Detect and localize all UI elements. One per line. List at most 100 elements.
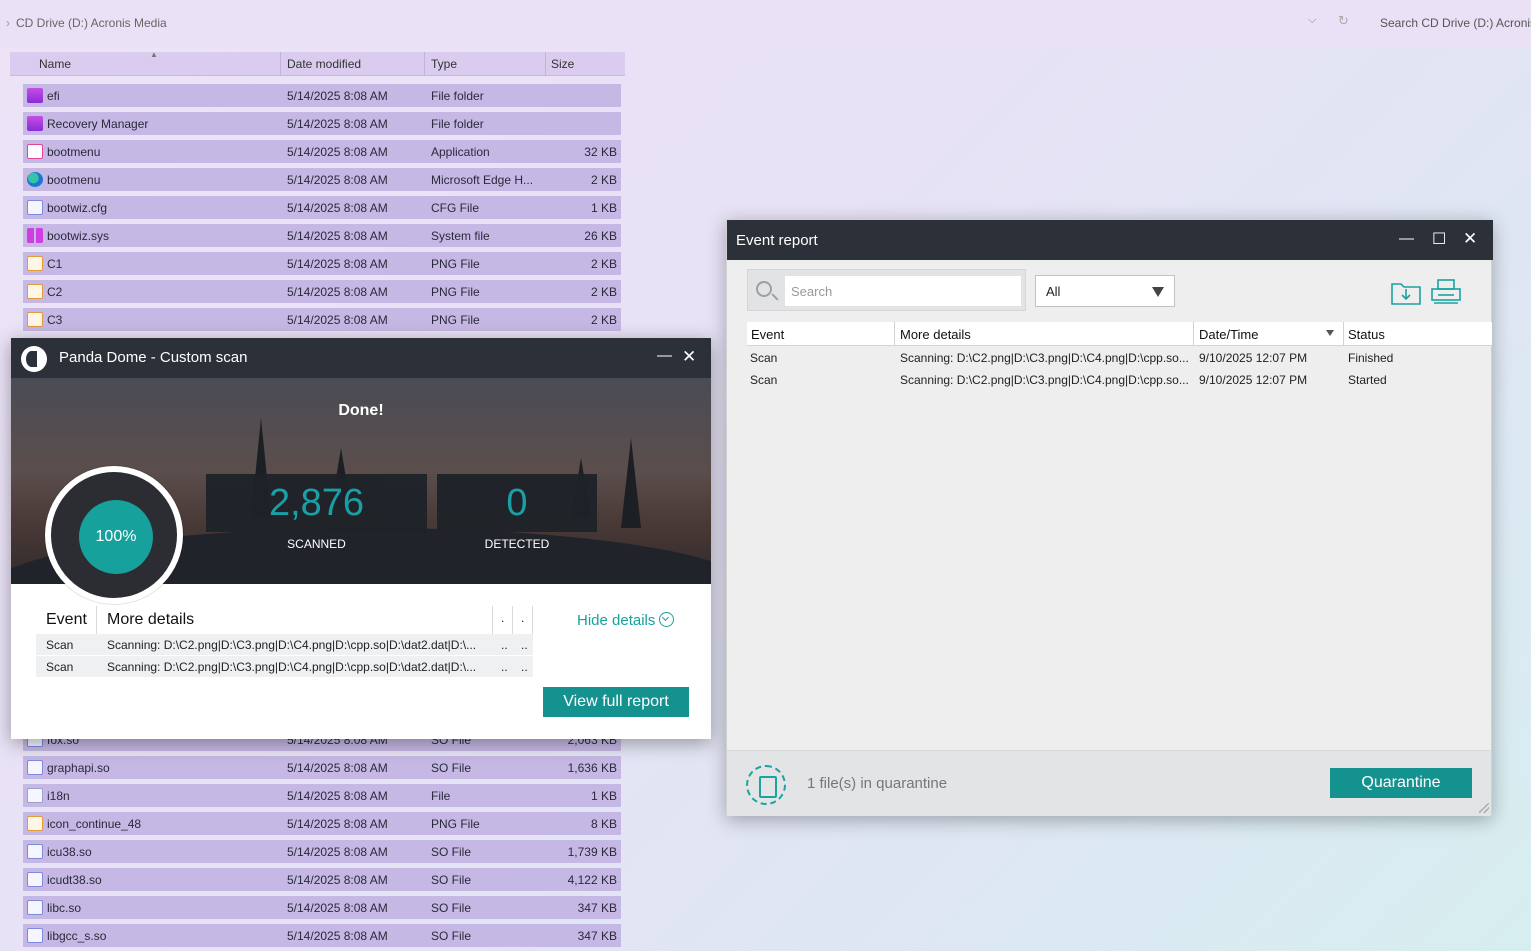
header-col3[interactable]: . bbox=[501, 611, 504, 625]
file-type: SO File bbox=[431, 761, 472, 775]
print-icon[interactable] bbox=[1430, 278, 1462, 309]
table-row[interactable]: Scan Scanning: D:\C2.png|D:\C3.png|D:\C4… bbox=[747, 346, 1492, 368]
event-report-window: Event report — ☐ ✕ All Event More detail… bbox=[726, 219, 1493, 816]
file-name: graphapi.so bbox=[47, 761, 110, 775]
column-divider[interactable] bbox=[894, 322, 895, 346]
file-name: icon_continue_48 bbox=[47, 817, 142, 831]
file-row[interactable]: i18n 5/14/2025 8:08 AM File 1 KB bbox=[23, 784, 621, 807]
quarantine-button[interactable]: Quarantine bbox=[1330, 768, 1472, 798]
file-name: C2 bbox=[47, 285, 63, 299]
file-size: 2 KB bbox=[590, 173, 617, 187]
header-status[interactable]: Status bbox=[1348, 327, 1385, 342]
maximize-icon[interactable]: ☐ bbox=[1432, 229, 1446, 249]
file-name: bootmenu bbox=[47, 145, 101, 159]
file-date: 5/14/2025 8:08 AM bbox=[287, 89, 388, 103]
sort-down-icon bbox=[1326, 330, 1334, 336]
file-row[interactable]: icu38.so 5/14/2025 8:08 AM SO File 1,739 KB bbox=[23, 840, 621, 863]
file-row[interactable]: libgcc_s.so 5/14/2025 8:08 AM SO File 347 K… bbox=[23, 924, 621, 947]
file-row[interactable]: bootwiz.sys 5/14/2025 8:08 AM System file 2… bbox=[23, 224, 621, 247]
header-datetime[interactable]: Date/Time bbox=[1199, 327, 1258, 342]
file-name: libgcc_s.so bbox=[47, 929, 107, 943]
document-icon bbox=[27, 900, 43, 915]
panda-logo-icon bbox=[21, 346, 47, 372]
table-row[interactable]: Scan Scanning: D:\C2.png|D:\C3.png|D:\C4… bbox=[747, 368, 1492, 390]
image-icon bbox=[27, 256, 43, 271]
close-icon[interactable]: ✕ bbox=[682, 347, 696, 367]
close-icon[interactable]: ✕ bbox=[1463, 229, 1477, 249]
report-table-header: Event More details Date/Time Status bbox=[747, 322, 1492, 346]
file-date: 5/14/2025 8:08 AM bbox=[287, 761, 388, 775]
file-date: 5/14/2025 8:08 AM bbox=[287, 929, 388, 943]
header-more-details[interactable]: More details bbox=[107, 611, 194, 629]
resize-grip-icon[interactable] bbox=[1479, 803, 1489, 813]
file-size: 26 KB bbox=[584, 229, 617, 243]
file-date: 5/14/2025 8:08 AM bbox=[287, 229, 388, 243]
column-divider[interactable] bbox=[280, 52, 281, 76]
scanned-label: SCANNED bbox=[287, 537, 346, 551]
column-size[interactable]: Size bbox=[551, 57, 574, 71]
quarantine-icon bbox=[746, 765, 786, 805]
document-icon bbox=[27, 200, 43, 215]
column-name[interactable]: Name bbox=[39, 57, 71, 71]
report-filter-select[interactable]: All bbox=[1035, 275, 1175, 307]
panda-scan-window: Panda Dome - Custom scan — ✕ Done! 2,876… bbox=[11, 338, 711, 739]
column-type[interactable]: Type bbox=[431, 57, 457, 71]
edge-icon bbox=[27, 172, 43, 187]
header-col4[interactable]: . bbox=[521, 611, 524, 625]
minimize-icon[interactable]: — bbox=[657, 347, 672, 364]
file-row[interactable]: C1 5/14/2025 8:08 AM PNG File 2 KB bbox=[23, 252, 621, 275]
file-row[interactable]: libc.so 5/14/2025 8:08 AM SO File 347 KB bbox=[23, 896, 621, 919]
file-row[interactable]: graphapi.so 5/14/2025 8:08 AM SO File 1,636… bbox=[23, 756, 621, 779]
file-row[interactable]: C3 5/14/2025 8:08 AM PNG File 2 KB bbox=[23, 308, 621, 331]
file-date: 5/14/2025 8:08 AM bbox=[287, 845, 388, 859]
column-date[interactable]: Date modified bbox=[287, 57, 361, 71]
table-row[interactable]: Scan Scanning: D:\C2.png|D:\C3.png|D:\C4… bbox=[36, 634, 533, 656]
file-row[interactable]: bootwiz.cfg 5/14/2025 8:08 AM CFG File 1 KB bbox=[23, 196, 621, 219]
explorer-search-input[interactable]: Search CD Drive (D:) Acronis bbox=[1380, 16, 1531, 30]
row-status: Started bbox=[1348, 373, 1387, 387]
row-details: Scanning: D:\C2.png|D:\C3.png|D:\C4.png|… bbox=[107, 660, 477, 674]
folder-icon bbox=[27, 116, 43, 131]
file-row[interactable]: bootmenu 5/14/2025 8:08 AM Microsoft Edge … bbox=[23, 168, 621, 191]
file-size: 2 KB bbox=[590, 285, 617, 299]
file-type: SO File bbox=[431, 845, 472, 859]
breadcrumb[interactable]: › CD Drive (D:) Acronis Media bbox=[6, 16, 167, 30]
file-row[interactable]: C2 5/14/2025 8:08 AM PNG File 2 KB bbox=[23, 280, 621, 303]
scanned-count: 2,876 bbox=[206, 474, 427, 532]
file-row[interactable]: bootmenu 5/14/2025 8:08 AM Application 32 K… bbox=[23, 140, 621, 163]
file-name: efi bbox=[47, 89, 60, 103]
app-icon bbox=[27, 144, 43, 159]
sort-up-icon: ▲ bbox=[150, 50, 158, 59]
panda-table-header: Event More details . . bbox=[36, 606, 533, 634]
header-more-details[interactable]: More details bbox=[900, 327, 971, 342]
minimize-icon[interactable]: — bbox=[1399, 230, 1414, 247]
header-event[interactable]: Event bbox=[46, 611, 87, 629]
chevron-down-icon[interactable]: ⌵ bbox=[1308, 14, 1316, 27]
column-divider[interactable] bbox=[545, 52, 546, 76]
column-divider[interactable] bbox=[1193, 322, 1194, 346]
table-row[interactable]: Scan Scanning: D:\C2.png|D:\C3.png|D:\C4… bbox=[36, 656, 533, 678]
file-row[interactable]: Recovery Manager 5/14/2025 8:08 AM File fo… bbox=[23, 112, 621, 135]
report-search-input[interactable] bbox=[785, 276, 1021, 306]
view-full-report-button[interactable]: View full report bbox=[543, 687, 689, 717]
file-row[interactable]: efi 5/14/2025 8:08 AM File folder bbox=[23, 84, 621, 107]
folder-icon bbox=[27, 88, 43, 103]
hide-details-link[interactable]: Hide details bbox=[577, 612, 675, 629]
chevron-right-icon: › bbox=[6, 16, 10, 30]
header-event[interactable]: Event bbox=[751, 327, 784, 342]
column-divider[interactable] bbox=[424, 52, 425, 76]
file-type: File folder bbox=[431, 89, 484, 103]
row-datetime: 9/10/2025 12:07 PM bbox=[1199, 373, 1308, 387]
file-row[interactable]: icon_continue_48 5/14/2025 8:08 AM PNG Fil… bbox=[23, 812, 621, 835]
row-col3: .. bbox=[501, 638, 508, 652]
export-icon[interactable] bbox=[1390, 278, 1422, 309]
file-size: 347 KB bbox=[577, 901, 617, 915]
file-date: 5/14/2025 8:08 AM bbox=[287, 313, 388, 327]
refresh-icon[interactable]: ↻ bbox=[1338, 13, 1349, 29]
column-divider[interactable] bbox=[1343, 322, 1344, 346]
progress-percent: 100% bbox=[79, 500, 153, 574]
tree-decoration bbox=[621, 438, 641, 528]
file-list-header: ▲ Name Date modified Type Size bbox=[10, 50, 625, 76]
dropdown-arrow-icon bbox=[1152, 287, 1164, 297]
file-row[interactable]: icudt38.so 5/14/2025 8:08 AM SO File 4,122 … bbox=[23, 868, 621, 891]
